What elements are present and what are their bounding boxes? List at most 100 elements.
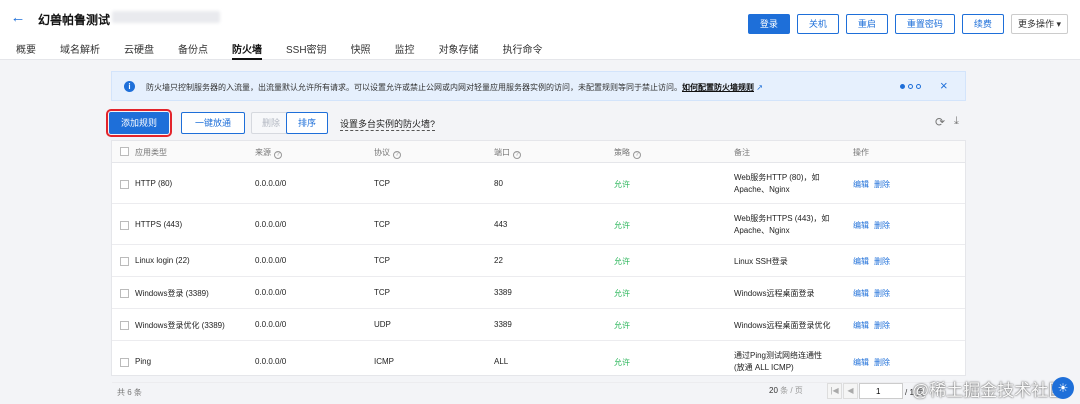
- delete-rule-link[interactable]: 删除: [874, 357, 890, 368]
- multi-instance-firewall-link[interactable]: 设置多台实例的防火墙?: [340, 117, 436, 131]
- more-actions-dropdown[interactable]: 更多操作 ▾: [1010, 14, 1068, 34]
- page-size-select[interactable]: 20 条 / 页: [769, 385, 803, 396]
- tab-run-command[interactable]: 执行命令: [503, 41, 543, 60]
- firewall-notice: i 防火墙只控制服务器的入流量，出流量默认允许所有请求。可以设置允许或禁止公网或…: [111, 71, 966, 101]
- chevron-down-icon: ▾: [1056, 19, 1061, 29]
- table-row: Windows登录 (3389) 0.0.0.0/0 TCP 3389 允许 Window…: [112, 277, 965, 309]
- row-checkbox[interactable]: [120, 180, 129, 189]
- col-port: 端口?: [494, 147, 521, 159]
- row-checkbox[interactable]: [120, 257, 129, 266]
- tab-cloud-disk[interactable]: 云硬盘: [124, 41, 154, 60]
- help-icon[interactable]: ?: [274, 151, 282, 159]
- help-icon[interactable]: ?: [633, 151, 641, 159]
- edit-rule-link[interactable]: 编辑: [853, 256, 869, 267]
- cell-app-type: Linux login (22): [135, 256, 190, 265]
- delete-rule-link[interactable]: 删除: [874, 220, 890, 231]
- cell-app-type: Windows登录 (3389): [135, 289, 209, 298]
- rule-toolbar: 添加规则 一键放通 删除 排序 设置多台实例的防火墙? ⟳ ⤓: [106, 109, 969, 137]
- cell-note: Linux SSH登录: [734, 257, 788, 266]
- notice-pagination: [900, 84, 921, 89]
- help-icon[interactable]: ?: [393, 151, 401, 159]
- notice-text: 防火墙只控制服务器的入流量，出流量默认允许所有请求。可以设置允许或禁止公网或内网…: [146, 83, 682, 92]
- cell-port: 443: [494, 220, 508, 229]
- cell-port: 80: [494, 179, 503, 188]
- download-icon[interactable]: ⤓: [954, 115, 959, 128]
- page-title: 幻兽帕鲁测试: [38, 13, 111, 27]
- page-number-input[interactable]: [859, 383, 903, 399]
- tab-ssh-key[interactable]: SSH密钥: [286, 41, 327, 60]
- cell-policy: 允许: [614, 180, 630, 189]
- one-click-open-button[interactable]: 一键放通: [181, 112, 245, 134]
- tab-monitor[interactable]: 监控: [395, 41, 415, 60]
- external-link-icon[interactable]: ↗: [754, 83, 763, 92]
- cell-app-type: HTTP (80): [135, 179, 173, 188]
- cell-protocol: TCP: [374, 256, 390, 265]
- notice-dot-1[interactable]: [900, 84, 905, 89]
- tab-backup[interactable]: 备份点: [178, 41, 208, 60]
- row-checkbox[interactable]: [120, 289, 129, 298]
- cell-port: ALL: [494, 357, 509, 366]
- redacted-instance-id: [112, 11, 220, 23]
- cell-note: Web服务HTTP (80)，如 Apache、Nginx: [734, 173, 820, 194]
- notice-dot-3[interactable]: [916, 84, 921, 89]
- cell-note: 通过Ping测试网络连通性 (放通 ALL ICMP): [734, 351, 823, 372]
- delete-rule-link[interactable]: 删除: [874, 179, 890, 190]
- header-actions: 登录 关机 重启 重置密码 续费 更多操作 ▾: [747, 14, 1068, 34]
- sort-button[interactable]: 排序: [286, 112, 328, 134]
- col-note: 备注: [734, 148, 750, 157]
- cell-source: 0.0.0.0/0: [255, 357, 287, 366]
- tab-object-storage[interactable]: 对象存储: [439, 41, 479, 60]
- refresh-icon[interactable]: ⟳: [935, 115, 945, 129]
- restart-button[interactable]: 重启: [845, 14, 888, 34]
- cell-app-type: Windows登录优化 (3389): [135, 321, 225, 330]
- tab-overview[interactable]: 概要: [16, 41, 36, 60]
- more-actions-label: 更多操作: [1017, 19, 1054, 29]
- col-protocol-label: 协议: [374, 148, 390, 157]
- help-chat-icon[interactable]: ☀: [1052, 377, 1074, 399]
- edit-rule-link[interactable]: 编辑: [853, 220, 869, 231]
- login-button[interactable]: 登录: [747, 14, 790, 34]
- row-checkbox[interactable]: [120, 321, 129, 330]
- back-arrow-icon[interactable]: ←: [8, 8, 28, 28]
- tab-snapshot[interactable]: 快照: [351, 41, 371, 60]
- first-page-icon[interactable]: |◀: [827, 383, 842, 399]
- page-size-value: 20: [769, 386, 778, 395]
- col-port-label: 端口: [494, 148, 510, 157]
- delete-rule-link[interactable]: 删除: [874, 320, 890, 331]
- cell-app-type: Ping: [135, 357, 152, 366]
- edit-rule-link[interactable]: 编辑: [853, 357, 869, 368]
- cell-note: Windows远程桌面登录: [734, 289, 815, 298]
- col-source-label: 来源: [255, 148, 271, 157]
- help-icon[interactable]: ?: [513, 151, 521, 159]
- close-icon[interactable]: ×: [940, 78, 948, 93]
- row-checkbox[interactable]: [120, 221, 129, 230]
- cell-protocol: TCP: [374, 288, 390, 297]
- reset-password-button[interactable]: 重置密码: [894, 14, 955, 34]
- tab-firewall[interactable]: 防火墙: [232, 41, 262, 60]
- cell-source: 0.0.0.0/0: [255, 256, 287, 265]
- tab-dns[interactable]: 域名解析: [60, 41, 100, 60]
- shutdown-button[interactable]: 关机: [796, 14, 839, 34]
- edit-rule-link[interactable]: 编辑: [853, 179, 869, 190]
- edit-rule-link[interactable]: 编辑: [853, 288, 869, 299]
- top-bar: ← 幻兽帕鲁测试 登录 关机 重启 重置密码 续费 更多操作 ▾ 概要 域名解析…: [0, 0, 1080, 60]
- notice-message: 防火墙只控制服务器的入流量，出流量默认允许所有请求。可以设置允许或禁止公网或内网…: [146, 82, 763, 93]
- delete-rule-link[interactable]: 删除: [874, 256, 890, 267]
- table-row: Windows登录优化 (3389) 0.0.0.0/0 UDP 3389 允许 Wind…: [112, 309, 965, 341]
- row-checkbox[interactable]: [120, 358, 129, 367]
- col-app-type: 应用类型: [135, 148, 167, 157]
- prev-page-icon[interactable]: ◀: [843, 383, 858, 399]
- table-header: 应用类型 来源? 协议? 端口? 策略? 备注 操作: [112, 141, 965, 163]
- table-footer: 共 6 条 20 条 / 页 |◀ ◀ / 1 页: [111, 382, 966, 404]
- delete-rules-button[interactable]: 删除: [251, 112, 291, 134]
- edit-rule-link[interactable]: 编辑: [853, 320, 869, 331]
- table-row: Ping 0.0.0.0/0 ICMP ALL 允许 通过Ping测试网络连通性 (放通 …: [112, 341, 965, 383]
- notice-dot-2[interactable]: [908, 84, 913, 89]
- select-all-checkbox[interactable]: [120, 147, 129, 156]
- firewall-help-link[interactable]: 如何配置防火墙规则: [682, 83, 754, 92]
- renew-button[interactable]: 续费: [961, 14, 1004, 34]
- cell-app-type: HTTPS (443): [135, 220, 183, 229]
- delete-rule-link[interactable]: 删除: [874, 288, 890, 299]
- add-rule-button[interactable]: 添加规则: [106, 109, 172, 137]
- cell-port: 3389: [494, 320, 512, 329]
